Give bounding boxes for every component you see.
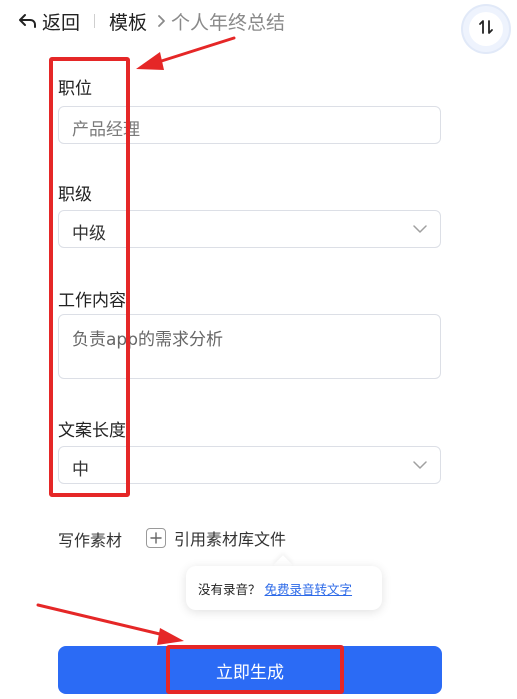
breadcrumb-current-page: 个人年终总结 [171,11,286,34]
breadcrumb-template-link[interactable]: 模板 [109,8,147,35]
plus-icon [146,528,166,548]
back-link[interactable]: 返回 [42,8,80,35]
add-material-label: 引用素材库文件 [174,530,287,549]
annotation-highlight-generate [166,645,344,694]
annotation-highlight-labels [49,57,130,497]
recording-tooltip: 没有录音？ 免费录音转文字 [186,566,382,610]
writing-material-label: 写作素材 [58,531,123,550]
chevron-down-icon [413,460,427,470]
chevron-down-icon [413,224,427,234]
annotation-arrow-bottom [36,603,184,645]
template-form-page: 返回 模板 个人年终总结 职位 产品经理 职级 中级 工作内容 负责app的需求… [0,0,517,699]
header-divider [94,14,96,28]
tooltip-text: 没有录音？ [198,581,261,597]
back-arrow-icon[interactable] [18,11,38,31]
annotation-arrow-top [136,36,236,70]
sort-toggle-button[interactable] [463,6,509,52]
add-material-button[interactable]: 引用素材库文件 [146,526,286,550]
swap-vertical-icon [477,18,495,40]
breadcrumb: 返回 模板 个人年终总结 [18,8,285,34]
free-transcription-link[interactable]: 免费录音转文字 [265,579,353,598]
chevron-right-icon [155,14,167,28]
